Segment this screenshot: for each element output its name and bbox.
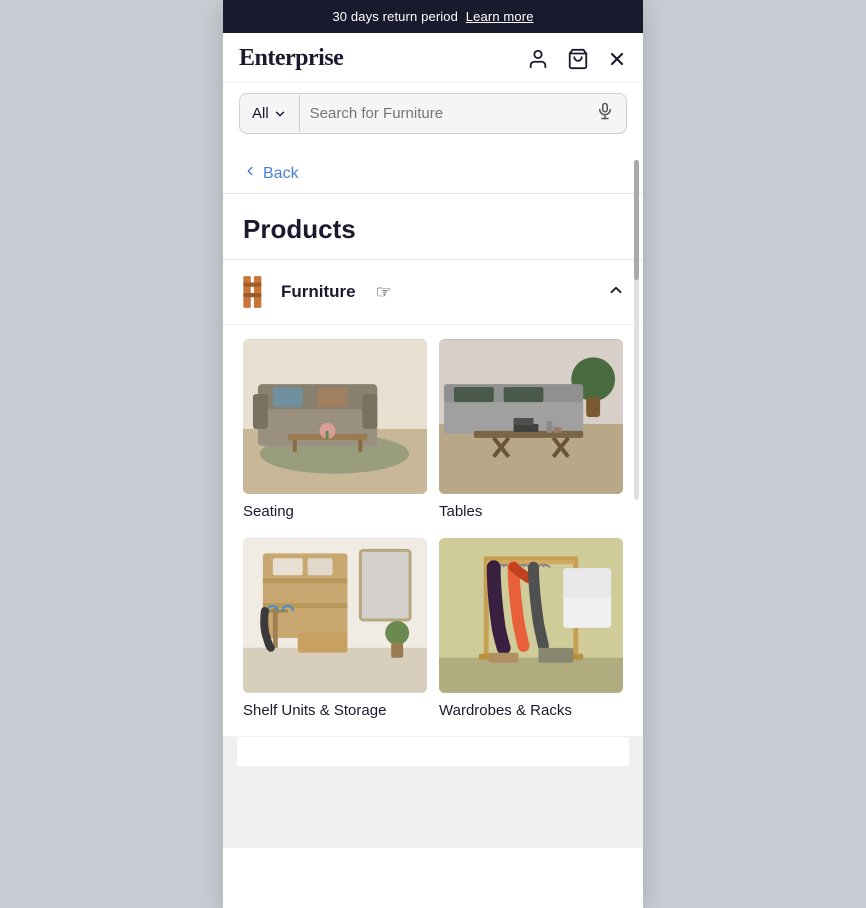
products-heading-area: Products xyxy=(223,194,643,260)
shelf-image xyxy=(243,538,427,693)
banner-text: 30 days return period xyxy=(332,9,458,24)
scrollbar-track xyxy=(634,160,639,500)
search-bar-wrapper: All xyxy=(223,83,643,148)
product-card-shelf[interactable]: Shelf Units & Storage xyxy=(237,538,433,737)
tables-image xyxy=(439,339,623,494)
products-heading: Products xyxy=(243,214,623,245)
product-grid: Seating xyxy=(223,325,643,736)
search-bar: All xyxy=(239,93,627,134)
wardrobe-image xyxy=(439,538,623,693)
header: Enterprise xyxy=(223,33,643,83)
promo-banner: 30 days return period Learn more xyxy=(223,0,643,33)
category-header-left: Furniture ☞ xyxy=(241,274,392,310)
seating-image xyxy=(243,339,427,494)
back-chevron-icon xyxy=(243,164,257,183)
cursor-icon: ☞ xyxy=(376,282,392,303)
chevron-down-icon xyxy=(273,107,287,121)
furniture-category-header[interactable]: Furniture ☞ xyxy=(223,260,643,325)
shelf-label: Shelf Units & Storage xyxy=(243,701,427,721)
product-card-wardrobe[interactable]: Wardrobes & Racks xyxy=(433,538,629,737)
close-icon[interactable] xyxy=(607,49,627,69)
app-container: 30 days return period Learn more Enterpr… xyxy=(223,0,643,908)
banner-link[interactable]: Learn more xyxy=(466,9,534,24)
search-input[interactable] xyxy=(300,95,584,132)
wardrobe-label: Wardrobes & Racks xyxy=(439,701,623,721)
furniture-category-label: Furniture xyxy=(281,282,356,302)
seating-label: Seating xyxy=(243,502,427,522)
scrollbar-thumb[interactable] xyxy=(634,160,639,280)
logo[interactable]: Enterprise xyxy=(239,45,343,72)
product-card-seating[interactable]: Seating xyxy=(237,339,433,538)
header-icons xyxy=(527,48,627,70)
back-label: Back xyxy=(263,165,299,183)
content-area: Back Products Furniture ☞ xyxy=(223,148,643,848)
tables-label: Tables xyxy=(439,502,623,522)
user-icon[interactable] xyxy=(527,48,549,70)
back-button[interactable]: Back xyxy=(223,148,643,194)
cart-icon[interactable] xyxy=(567,48,589,70)
furniture-icon xyxy=(241,274,269,310)
mic-icon[interactable] xyxy=(584,94,626,133)
category-label: All xyxy=(252,105,269,122)
search-category-selector[interactable]: All xyxy=(240,95,300,132)
chevron-up-icon[interactable] xyxy=(607,281,625,304)
product-card-tables[interactable]: Tables xyxy=(433,339,629,538)
